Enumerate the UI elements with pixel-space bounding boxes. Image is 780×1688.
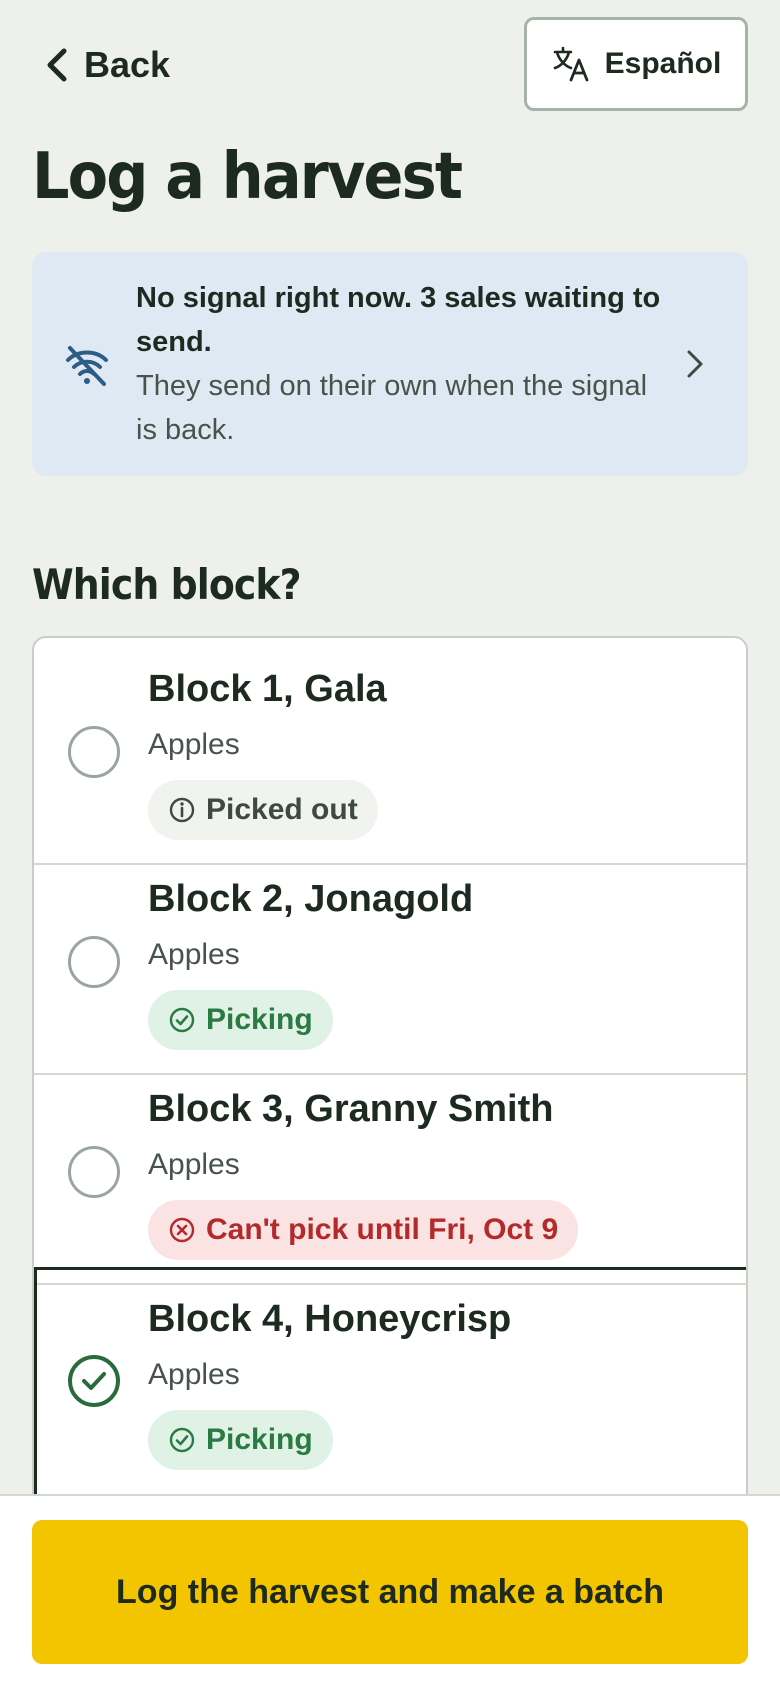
block-name: Block 1, Gala	[148, 668, 387, 710]
footer-action-bar: Log the harvest and make a batch	[0, 1494, 780, 1688]
block-question: Which block?	[32, 560, 302, 609]
banner-text: No signal right now. 3 sales waiting to …	[136, 276, 666, 452]
chevron-right-icon	[687, 350, 703, 378]
language-toggle-button[interactable]: Español	[524, 17, 748, 111]
block-crop: Apples	[148, 1148, 240, 1181]
status-badge: Picking	[148, 1410, 333, 1470]
block-option-2[interactable]: Block 2, Jonagold Apples Picking	[34, 848, 746, 1075]
page-title: Log a harvest	[32, 140, 463, 214]
status-badge: Can't pick until Fri, Oct 9	[148, 1200, 579, 1260]
check-circle-icon	[169, 1007, 195, 1033]
radio-button-checked[interactable]	[68, 1355, 120, 1407]
back-button[interactable]: Back	[44, 40, 170, 90]
status-text: Picking	[206, 1423, 313, 1456]
top-bar: Back Español	[0, 0, 780, 128]
block-option-3[interactable]: Block 3, Granny Smith Apples Can't pick …	[34, 1058, 746, 1285]
block-name: Block 4, Honeycrisp	[148, 1298, 512, 1340]
block-name: Block 3, Granny Smith	[148, 1088, 554, 1130]
language-label: Español	[604, 47, 722, 80]
status-text: Picked out	[206, 793, 358, 826]
block-option-4[interactable]: Block 4, Honeycrisp Apples Picking	[34, 1267, 746, 1494]
back-label: Back	[84, 44, 171, 85]
status-text: Picking	[206, 1003, 313, 1036]
banner-headline: No signal right now. 3 sales waiting to …	[136, 282, 661, 358]
info-icon	[169, 797, 195, 823]
x-circle-icon	[169, 1217, 195, 1243]
radio-button[interactable]	[68, 936, 120, 988]
chevron-left-icon	[47, 48, 67, 82]
status-badge: Picked out	[148, 780, 378, 840]
offline-sync-banner[interactable]: No signal right now. 3 sales waiting to …	[32, 252, 748, 476]
radio-button[interactable]	[68, 1146, 120, 1198]
banner-detail: They send on their own when the signal i…	[136, 370, 648, 446]
status-badge: Picking	[148, 990, 333, 1050]
radio-button[interactable]	[68, 726, 120, 778]
block-crop: Apples	[148, 1358, 240, 1391]
block-crop: Apples	[148, 938, 240, 971]
block-name: Block 2, Jonagold	[148, 878, 474, 920]
check-circle-icon	[169, 1427, 195, 1453]
block-crop: Apples	[148, 728, 240, 761]
wifi-off-icon	[66, 346, 108, 386]
block-radio-list: Block 1, Gala Apples Picked out Block 2,…	[32, 636, 748, 1496]
translate-icon	[553, 46, 589, 82]
log-harvest-button[interactable]: Log the harvest and make a batch	[32, 1520, 748, 1664]
block-option-1[interactable]: Block 1, Gala Apples Picked out	[34, 638, 746, 865]
checkmark-icon	[82, 1372, 106, 1390]
status-text: Can't pick until Fri, Oct 9	[206, 1213, 559, 1246]
